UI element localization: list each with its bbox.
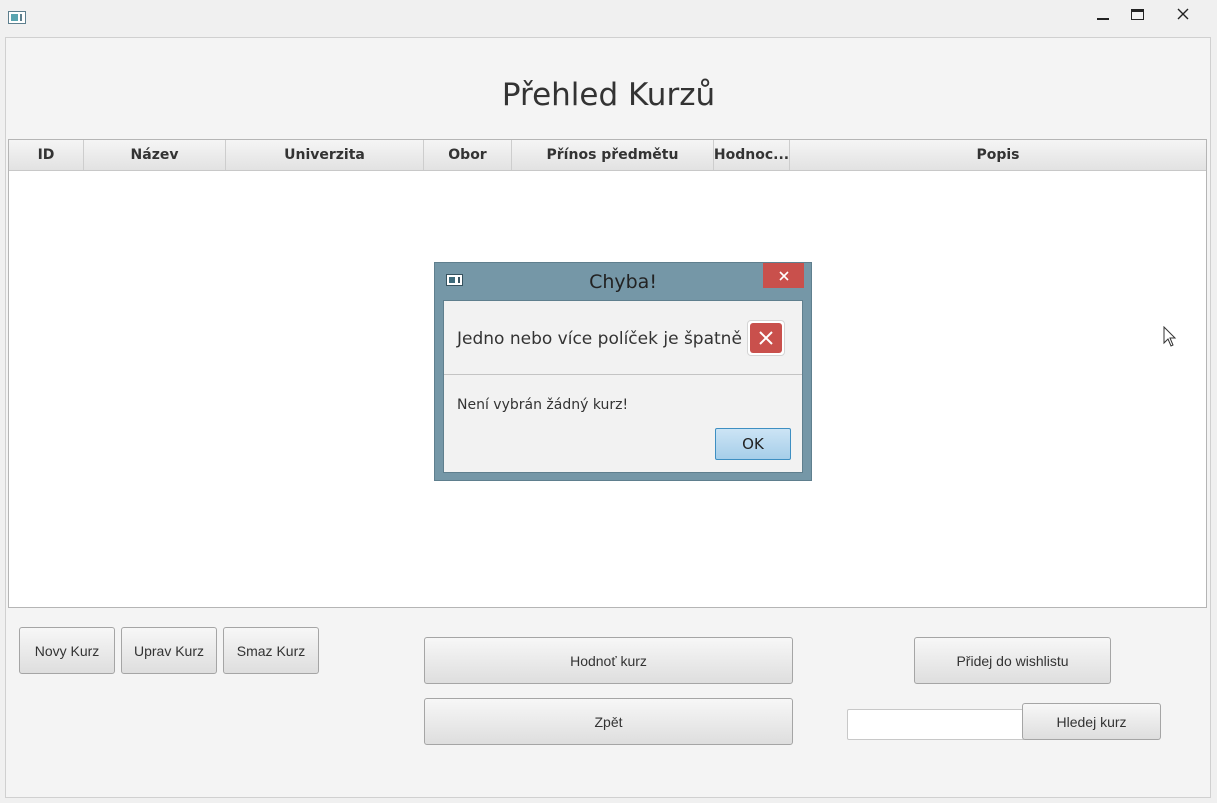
app-icon (8, 11, 26, 24)
search-input[interactable] (847, 709, 1025, 740)
error-icon (747, 320, 785, 356)
dialog-message: Není vybrán žádný kurz! (457, 397, 629, 413)
edit-course-button[interactable]: Uprav Kurz (121, 627, 217, 674)
back-button[interactable]: Zpět (424, 698, 793, 745)
column-header-rating[interactable]: Hodnoc... (714, 140, 790, 170)
close-button[interactable] (1154, 0, 1211, 28)
new-course-button[interactable]: Novy Kurz (19, 627, 115, 674)
delete-course-button[interactable]: Smaz Kurz (223, 627, 319, 674)
column-header-university[interactable]: Univerzita (226, 140, 424, 170)
error-dialog: Chyba! Jedno nebo více políček je špatně… (434, 262, 812, 481)
minimize-icon (1097, 18, 1109, 20)
maximize-icon (1130, 8, 1144, 20)
dialog-header-text: Jedno nebo více políček je špatně (457, 329, 742, 349)
close-icon (778, 270, 789, 281)
dialog-close-button[interactable] (763, 263, 804, 288)
column-header-name[interactable]: Název (84, 140, 226, 170)
column-header-benefit[interactable]: Přínos předmětu (512, 140, 714, 170)
ok-button[interactable]: OK (715, 428, 791, 460)
rate-course-button[interactable]: Hodnoť kurz (424, 637, 793, 684)
close-icon (1177, 8, 1188, 20)
dialog-title: Chyba! (589, 270, 657, 293)
dialog-body: Jedno nebo více políček je špatně Není v… (443, 300, 803, 473)
column-header-id[interactable]: ID (9, 140, 84, 170)
column-header-field[interactable]: Obor (424, 140, 512, 170)
search-course-button[interactable]: Hledej kurz (1022, 703, 1161, 740)
mouse-cursor-icon (1163, 326, 1177, 347)
dialog-app-icon (446, 274, 463, 286)
maximize-button[interactable] (1122, 0, 1152, 28)
page-title: Přehled Kurzů (501, 77, 716, 113)
table-header: ID Název Univerzita Obor Přínos předmětu… (9, 140, 1206, 171)
column-header-description[interactable]: Popis (790, 140, 1206, 170)
minimize-button[interactable] (1088, 0, 1118, 28)
add-to-wishlist-button[interactable]: Přidej do wishlistu (914, 637, 1111, 684)
dialog-header: Jedno nebo více políček je špatně (444, 301, 802, 375)
